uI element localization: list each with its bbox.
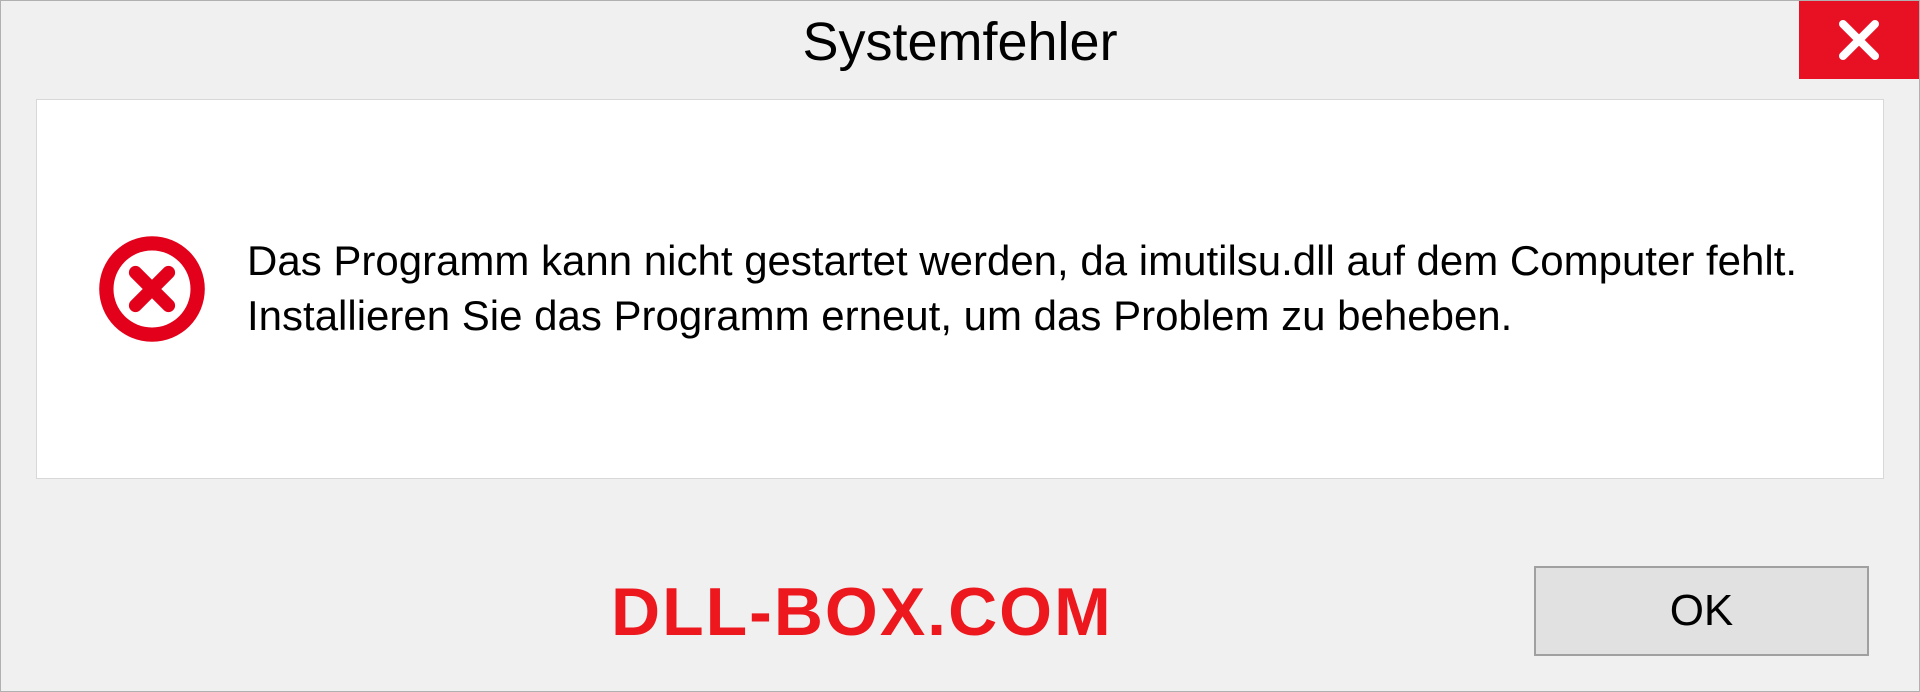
close-icon (1835, 16, 1883, 64)
error-dialog: Systemfehler Das Programm kann nicht ges… (0, 0, 1920, 692)
ok-button[interactable]: OK (1534, 566, 1869, 656)
dialog-title: Systemfehler (802, 11, 1117, 73)
error-message: Das Programm kann nicht gestartet werden… (247, 234, 1823, 343)
close-button[interactable] (1799, 1, 1919, 79)
watermark-text: DLL-BOX.COM (611, 573, 1113, 651)
titlebar: Systemfehler (1, 1, 1919, 91)
dialog-footer: DLL-BOX.COM OK (1, 531, 1919, 691)
content-panel: Das Programm kann nicht gestartet werden… (36, 99, 1884, 479)
error-icon (97, 234, 207, 344)
